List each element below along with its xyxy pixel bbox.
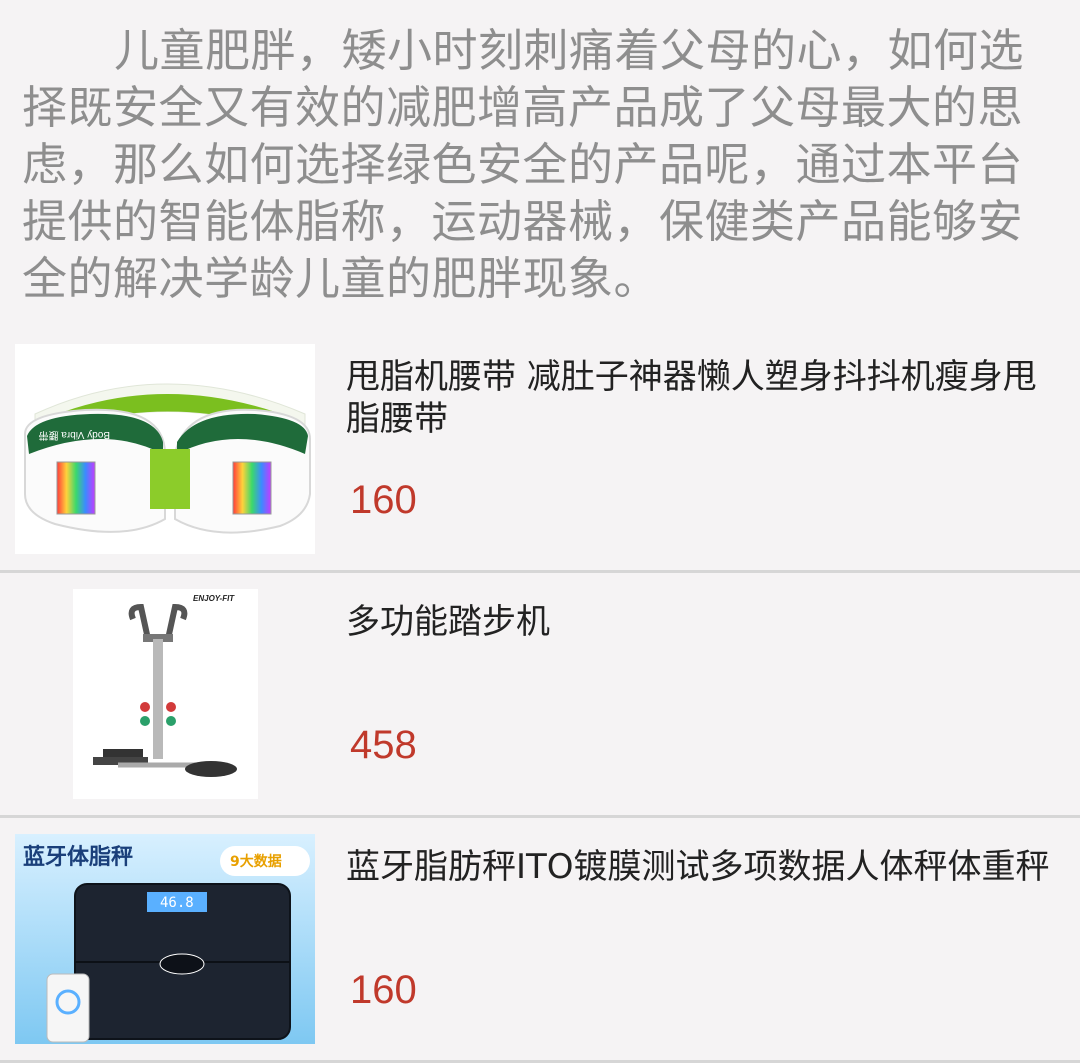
product-title[interactable]: 蓝牙脂肪秤ITO镀膜测试多项数据人体秤体重秤 [346, 846, 1050, 888]
intro-text: 儿童肥胖，矮小时刻刺痛着父母的心，如何选择既安全又有效的减肥增高产品成了父母最大… [22, 24, 1025, 305]
scale-reading-text: 46.8 [160, 895, 194, 911]
product-image-belt[interactable]: Body Vibra 腰带 [15, 344, 315, 554]
product-price: 458 [350, 723, 417, 767]
product-image-scale[interactable]: 蓝牙体脂秤 9大数据 46.8 [15, 834, 315, 1044]
product-item-scale[interactable]: 蓝牙体脂秤 9大数据 46.8 蓝牙脂肪秤ITO镀膜测试多项数据人体秤体重秤 1… [0, 818, 1080, 1063]
product-item-stepper[interactable]: ENJOY-FIT 多功能踏步机 458 [0, 573, 1080, 818]
belt-brand-text: Body Vibra 腰带 [38, 429, 110, 441]
product-price: 160 [350, 478, 417, 522]
product-title[interactable]: 多功能踏步机 [346, 601, 1050, 643]
stepper-brand-text: ENJOY-FIT [193, 594, 235, 603]
scale-badge-text: 9大数据 [230, 853, 282, 870]
product-image-stepper[interactable]: ENJOY-FIT [15, 589, 315, 799]
product-price: 160 [350, 968, 417, 1012]
product-title[interactable]: 甩脂机腰带 减肚子神器懒人塑身抖抖机瘦身甩脂腰带 [346, 356, 1050, 440]
product-item-belt[interactable]: Body Vibra 腰带 甩脂机腰带 减肚子神器懒人塑身抖抖机瘦身甩脂腰带 1… [0, 328, 1080, 573]
scale-title-text: 蓝牙体脂秤 [23, 844, 133, 870]
